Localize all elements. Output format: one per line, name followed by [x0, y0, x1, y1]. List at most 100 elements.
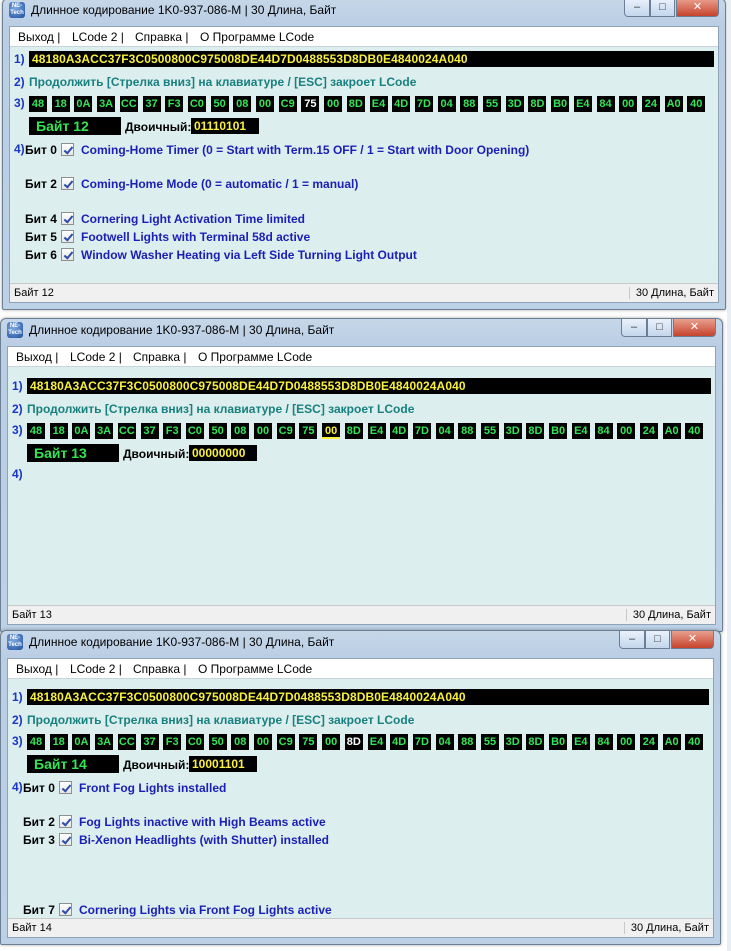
byte-cell[interactable]: C0 [187, 96, 206, 112]
menu-item-exit[interactable]: Выход | [18, 30, 60, 44]
byte-cell[interactable]: 08 [231, 734, 250, 750]
byte-cell[interactable]: 4D [390, 734, 409, 750]
byte-cell[interactable]: 55 [481, 423, 499, 439]
byte-cell[interactable]: 0A [72, 423, 91, 439]
byte-cell[interactable]: E4 [571, 734, 590, 750]
menu-item-lcode2[interactable]: LCode 2 | [70, 662, 122, 676]
byte-cell[interactable]: 50 [208, 734, 227, 750]
byte-cell[interactable]: C9 [276, 734, 295, 750]
byte-cell[interactable]: 3D [503, 423, 522, 439]
byte-cell[interactable]: E4 [573, 96, 592, 112]
byte-cell[interactable]: 24 [639, 734, 658, 750]
byte-cell[interactable]: 50 [208, 423, 227, 439]
byte-cell[interactable]: C9 [276, 423, 295, 439]
byte-cell[interactable]: 48 [27, 734, 45, 750]
byte-cell[interactable]: 40 [685, 734, 704, 750]
byte-cell[interactable]: 48 [27, 423, 45, 439]
byte-cell[interactable]: 00 [617, 423, 636, 439]
byte-cell[interactable]: 7D [414, 96, 433, 112]
byte-cell[interactable]: 3A [97, 96, 116, 112]
bit-checkbox[interactable] [61, 230, 74, 243]
byte-cell[interactable]: 55 [481, 734, 499, 750]
byte-cell[interactable]: F3 [163, 423, 182, 439]
byte-cell[interactable]: CC [119, 96, 138, 112]
byte-cell[interactable]: 84 [596, 96, 615, 112]
byte-cell[interactable]: A0 [662, 423, 681, 439]
byte-cell[interactable]: 00 [619, 96, 638, 112]
byte-cell[interactable]: 08 [233, 96, 252, 112]
binary-value[interactable]: 01110101 [191, 118, 259, 134]
menu-item-lcode2[interactable]: LCode 2 | [72, 30, 124, 44]
bit-checkbox[interactable] [61, 248, 74, 261]
byte-cell[interactable]: 37 [142, 96, 161, 112]
minimize-button[interactable]: – [624, 0, 650, 17]
byte-cell[interactable]: 00 [322, 423, 341, 439]
byte-cell[interactable]: 24 [639, 423, 658, 439]
byte-cell[interactable]: 18 [51, 96, 70, 112]
byte-cell[interactable]: 7D [412, 734, 431, 750]
minimize-button[interactable]: – [621, 319, 647, 337]
byte-cell[interactable]: 04 [437, 96, 456, 112]
bit-checkbox[interactable] [61, 212, 74, 225]
byte-cell[interactable]: 08 [231, 423, 250, 439]
byte-cell[interactable]: 0A [74, 96, 93, 112]
byte-cell[interactable]: 55 [483, 96, 501, 112]
byte-cell[interactable]: F3 [165, 96, 184, 112]
byte-cell[interactable]: 4D [392, 96, 411, 112]
byte-cell[interactable]: F3 [163, 734, 182, 750]
maximize-button[interactable]: □ [645, 631, 670, 649]
bit-checkbox[interactable] [59, 903, 72, 916]
byte-cell[interactable]: 84 [594, 423, 613, 439]
byte-cell[interactable]: 50 [210, 96, 229, 112]
bit-checkbox[interactable] [59, 833, 72, 846]
byte-cell[interactable]: C0 [185, 423, 204, 439]
maximize-button[interactable]: □ [647, 319, 672, 337]
byte-cell[interactable]: 3D [503, 734, 522, 750]
byte-cell[interactable]: 8D [346, 96, 365, 112]
byte-cell[interactable]: E4 [367, 734, 386, 750]
byte-cell[interactable]: 3D [505, 96, 524, 112]
byte-cell[interactable]: A0 [664, 96, 683, 112]
byte-cell[interactable]: B0 [549, 423, 568, 439]
minimize-button[interactable]: – [619, 631, 645, 649]
byte-cell[interactable]: 88 [458, 423, 477, 439]
byte-cell[interactable]: 3A [95, 423, 114, 439]
byte-cell[interactable]: 0A [72, 734, 91, 750]
coding-string-field[interactable]: 48180A3ACC37F3C0500800C975008DE44D7D0488… [29, 51, 714, 67]
byte-cell[interactable]: 04 [435, 734, 454, 750]
title-bar[interactable]: NE-Tech Длинное кодирование 1K0-937-086-… [1, 631, 720, 655]
byte-cell[interactable]: E4 [369, 96, 388, 112]
byte-cell[interactable]: 8D [344, 734, 363, 750]
byte-cell[interactable]: C9 [278, 96, 297, 112]
menu-item-about[interactable]: О Программе LCode [198, 350, 312, 364]
byte-cell[interactable]: 84 [594, 734, 613, 750]
bit-checkbox[interactable] [61, 143, 74, 156]
menu-item-exit[interactable]: Выход | [16, 350, 58, 364]
byte-cell[interactable]: 88 [458, 734, 477, 750]
menu-item-about[interactable]: О Программе LCode [198, 662, 312, 676]
menu-item-lcode2[interactable]: LCode 2 | [70, 350, 122, 364]
byte-cell[interactable]: 00 [254, 734, 272, 750]
menu-item-help[interactable]: Справка | [133, 350, 187, 364]
byte-cell[interactable]: 4D [390, 423, 409, 439]
byte-cell[interactable]: 37 [140, 423, 159, 439]
byte-cell[interactable]: 75 [301, 96, 320, 112]
binary-value[interactable]: 10001101 [189, 756, 257, 772]
byte-cell[interactable]: 37 [140, 734, 159, 750]
byte-cell[interactable]: A0 [662, 734, 681, 750]
byte-cell[interactable]: 24 [641, 96, 660, 112]
coding-string-field[interactable]: 48180A3ACC37F3C0500800C975008DE44D7D0488… [27, 378, 711, 394]
byte-cell[interactable]: 04 [435, 423, 454, 439]
byte-cell[interactable]: 00 [254, 423, 272, 439]
byte-cell[interactable]: B0 [549, 734, 568, 750]
menu-item-help[interactable]: Справка | [135, 30, 189, 44]
byte-cell[interactable]: 88 [460, 96, 479, 112]
byte-cell[interactable]: 48 [29, 96, 47, 112]
byte-cell[interactable]: 75 [299, 734, 318, 750]
binary-value[interactable]: 00000000 [189, 445, 257, 461]
byte-cell[interactable]: 8D [526, 423, 545, 439]
byte-cell[interactable]: 18 [49, 734, 68, 750]
close-button[interactable]: ✕ [676, 0, 719, 17]
byte-cell[interactable]: 3A [95, 734, 114, 750]
menu-item-about[interactable]: О Программе LCode [200, 30, 314, 44]
